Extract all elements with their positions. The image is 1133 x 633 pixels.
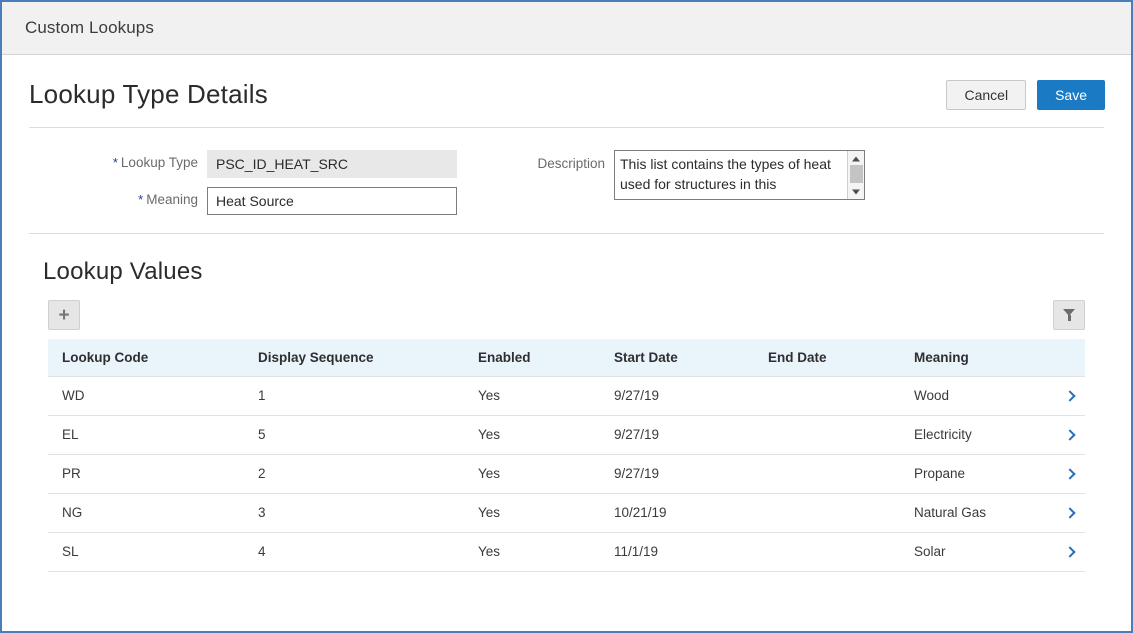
- row-detail-cell[interactable]: [1041, 454, 1085, 493]
- cell-lookup-code: WD: [48, 376, 244, 415]
- add-row-button[interactable]: +: [48, 300, 80, 330]
- page-header-actions: Cancel Save: [946, 80, 1105, 110]
- table-header: Lookup Code Display Sequence Enabled Sta…: [48, 339, 1085, 376]
- column-header-lookup-code[interactable]: Lookup Code: [48, 339, 244, 376]
- cell-meaning: Electricity: [900, 415, 1041, 454]
- cell-end-date: [754, 415, 900, 454]
- lookup-values-title: Lookup Values: [2, 258, 1131, 286]
- cell-lookup-code: SL: [48, 532, 244, 571]
- description-scrollbar[interactable]: [847, 151, 864, 199]
- lookup-type-field-row: *Lookup Type: [2, 150, 522, 178]
- description-textarea[interactable]: This list contains the types of heat use…: [614, 150, 865, 200]
- column-header-meaning[interactable]: Meaning: [900, 339, 1041, 376]
- cell-end-date: [754, 454, 900, 493]
- plus-icon: +: [58, 306, 69, 325]
- cell-meaning: Natural Gas: [900, 493, 1041, 532]
- cell-end-date: [754, 493, 900, 532]
- cell-end-date: [754, 532, 900, 571]
- meaning-field-row: *Meaning: [2, 187, 522, 215]
- app-title-bar: Custom Lookups: [2, 2, 1131, 55]
- chevron-right-icon[interactable]: [1064, 507, 1075, 518]
- cell-end-date: [754, 376, 900, 415]
- cell-start-date: 10/21/19: [600, 493, 754, 532]
- cell-enabled: Yes: [464, 532, 600, 571]
- cell-display-sequence: 5: [244, 415, 464, 454]
- chevron-right-icon[interactable]: [1064, 390, 1075, 401]
- cell-enabled: Yes: [464, 376, 600, 415]
- row-detail-cell[interactable]: [1041, 376, 1085, 415]
- lookup-type-input: [207, 150, 457, 178]
- row-detail-cell[interactable]: [1041, 532, 1085, 571]
- cell-meaning: Wood: [900, 376, 1041, 415]
- column-header-display-sequence[interactable]: Display Sequence: [244, 339, 464, 376]
- cell-lookup-code: NG: [48, 493, 244, 532]
- meaning-label: *Meaning: [2, 187, 207, 207]
- filter-icon: [1063, 309, 1076, 321]
- column-header-actions: [1041, 339, 1085, 376]
- page-content: Lookup Type Details Cancel Save *Lookup …: [2, 55, 1131, 572]
- form-right-column: Description This list contains the types…: [522, 150, 1131, 233]
- table-row[interactable]: WD 1 Yes 9/27/19 Wood: [48, 376, 1085, 415]
- chevron-right-icon[interactable]: [1064, 468, 1075, 479]
- cell-display-sequence: 3: [244, 493, 464, 532]
- required-asterisk: *: [113, 155, 118, 170]
- table-row[interactable]: PR 2 Yes 9/27/19 Propane: [48, 454, 1085, 493]
- description-field-row: Description This list contains the types…: [522, 150, 1131, 200]
- cell-enabled: Yes: [464, 415, 600, 454]
- lookup-values-table-wrap: Lookup Code Display Sequence Enabled Sta…: [2, 330, 1131, 572]
- cell-display-sequence: 1: [244, 376, 464, 415]
- cell-lookup-code: PR: [48, 454, 244, 493]
- lookup-values-section: Lookup Values + Lookup Co: [2, 234, 1131, 572]
- meaning-input[interactable]: [207, 187, 457, 215]
- cell-start-date: 11/1/19: [600, 532, 754, 571]
- table-row[interactable]: EL 5 Yes 9/27/19 Electricity: [48, 415, 1085, 454]
- page-header: Lookup Type Details Cancel Save: [2, 55, 1131, 113]
- table-header-row: Lookup Code Display Sequence Enabled Sta…: [48, 339, 1085, 376]
- cell-display-sequence: 2: [244, 454, 464, 493]
- scrollbar-thumb[interactable]: [850, 165, 863, 183]
- row-detail-cell[interactable]: [1041, 415, 1085, 454]
- lookup-type-form: *Lookup Type *Meaning Description This l…: [2, 128, 1131, 233]
- save-button[interactable]: Save: [1037, 80, 1105, 110]
- table-row[interactable]: NG 3 Yes 10/21/19 Natural Gas: [48, 493, 1085, 532]
- cell-meaning: Solar: [900, 532, 1041, 571]
- page-title: Lookup Type Details: [29, 81, 268, 107]
- cancel-button[interactable]: Cancel: [946, 80, 1026, 110]
- column-header-end-date[interactable]: End Date: [754, 339, 900, 376]
- lookup-values-toolbar: +: [2, 286, 1131, 330]
- description-text: This list contains the types of heat use…: [620, 154, 840, 200]
- cell-meaning: Propane: [900, 454, 1041, 493]
- description-label: Description: [522, 150, 614, 171]
- row-detail-cell[interactable]: [1041, 493, 1085, 532]
- cell-lookup-code: EL: [48, 415, 244, 454]
- cell-start-date: 9/27/19: [600, 454, 754, 493]
- scroll-down-arrow-icon[interactable]: [848, 185, 864, 198]
- app-title: Custom Lookups: [25, 18, 154, 38]
- table-row[interactable]: SL 4 Yes 11/1/19 Solar: [48, 532, 1085, 571]
- cell-start-date: 9/27/19: [600, 415, 754, 454]
- cell-display-sequence: 4: [244, 532, 464, 571]
- column-header-enabled[interactable]: Enabled: [464, 339, 600, 376]
- chevron-right-icon[interactable]: [1064, 429, 1075, 440]
- filter-button[interactable]: [1053, 300, 1085, 330]
- chevron-right-icon[interactable]: [1064, 546, 1075, 557]
- table-body: WD 1 Yes 9/27/19 Wood EL 5 Yes 9: [48, 376, 1085, 571]
- cell-start-date: 9/27/19: [600, 376, 754, 415]
- required-asterisk: *: [138, 192, 143, 207]
- scroll-up-arrow-icon[interactable]: [848, 152, 864, 165]
- lookup-type-label-text: Lookup Type: [121, 155, 198, 170]
- lookup-values-table: Lookup Code Display Sequence Enabled Sta…: [48, 339, 1085, 572]
- application-window: Custom Lookups Lookup Type Details Cance…: [0, 0, 1133, 633]
- column-header-start-date[interactable]: Start Date: [600, 339, 754, 376]
- lookup-type-label: *Lookup Type: [2, 150, 207, 170]
- meaning-label-text: Meaning: [146, 192, 198, 207]
- cell-enabled: Yes: [464, 493, 600, 532]
- form-left-column: *Lookup Type *Meaning: [2, 150, 522, 233]
- cell-enabled: Yes: [464, 454, 600, 493]
